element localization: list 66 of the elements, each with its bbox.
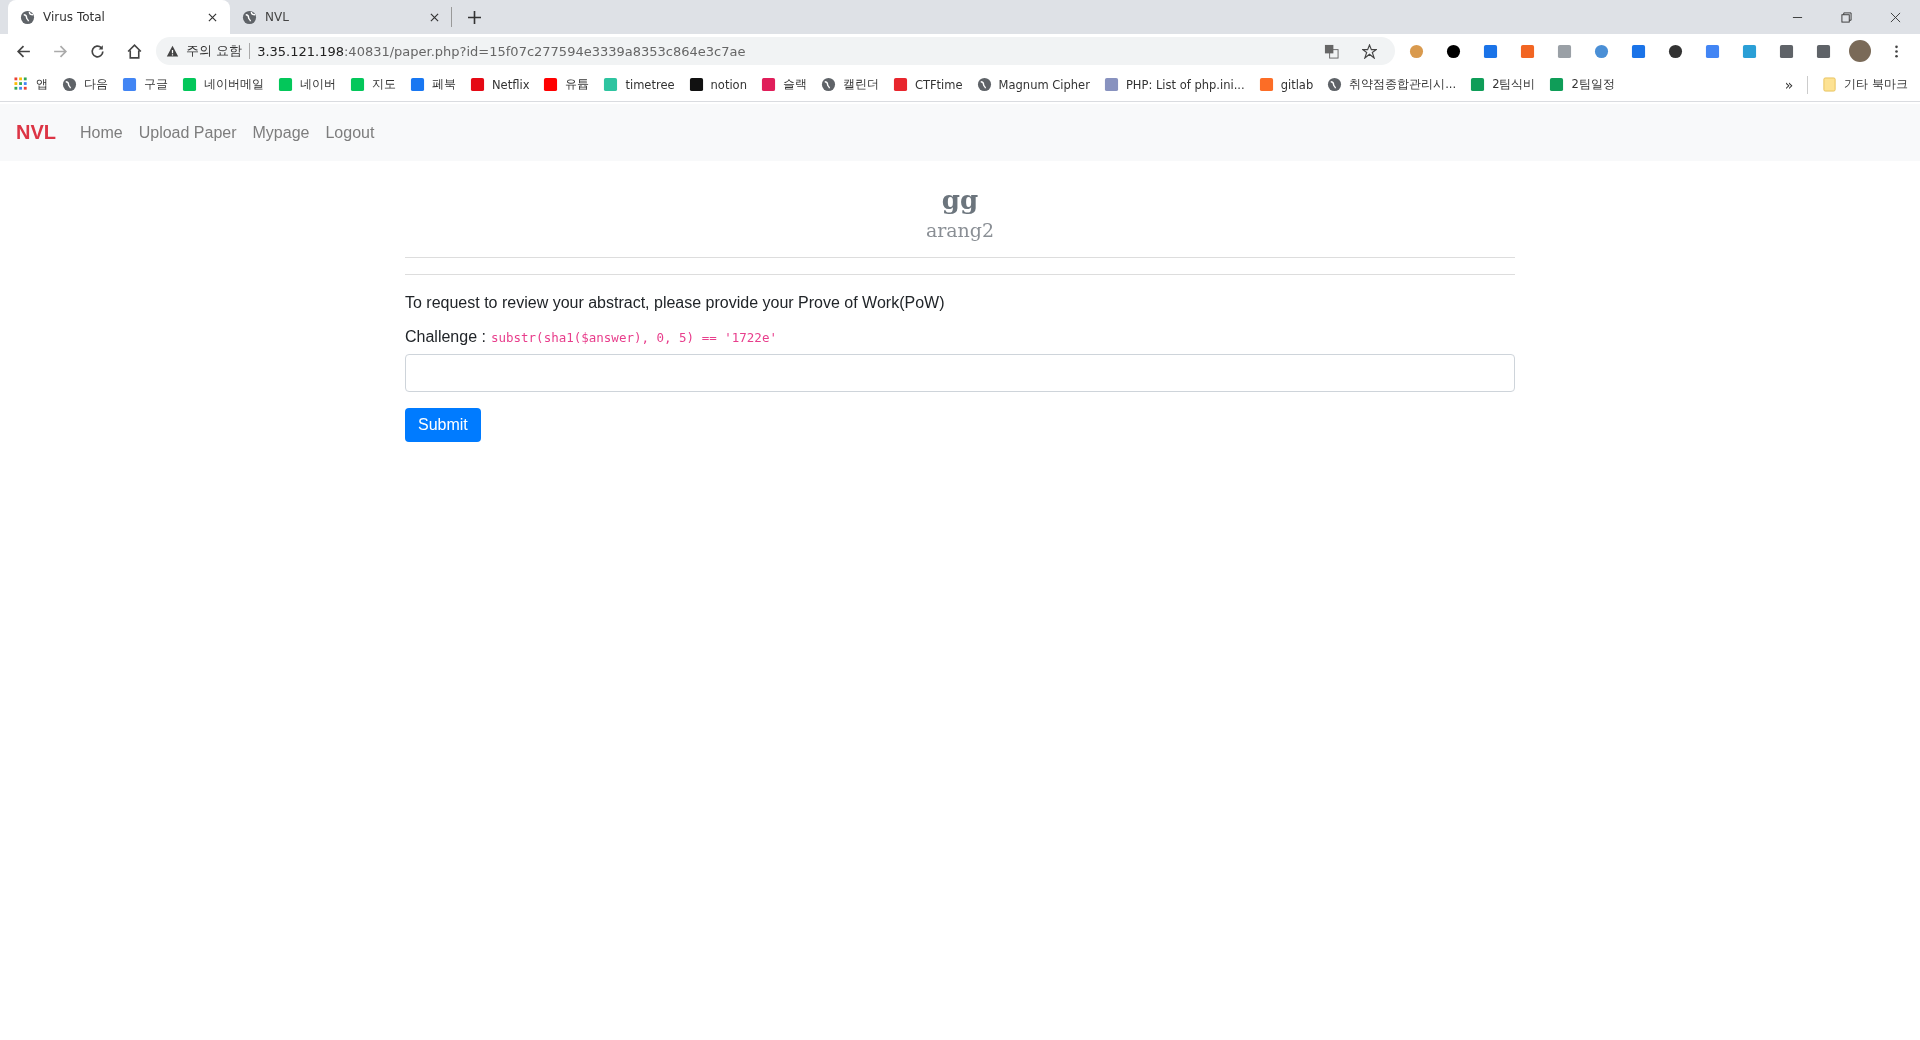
- bookmark[interactable]: 구글: [122, 77, 168, 92]
- challenge-label: Challenge :: [405, 328, 486, 346]
- bookmark-icon: [182, 77, 197, 92]
- bookmark[interactable]: 앱: [14, 77, 48, 92]
- bookmark-icon: [688, 77, 704, 92]
- close-icon[interactable]: [208, 12, 217, 22]
- nav-link[interactable]: Mypage: [252, 123, 310, 142]
- brand-logo[interactable]: NVL: [16, 121, 56, 144]
- bookmark-icon: [892, 77, 908, 92]
- bookmark[interactable]: PHP: List of php.ini...: [1103, 77, 1245, 92]
- nav-link[interactable]: Upload Paper: [138, 123, 237, 142]
- nav-link[interactable]: Home: [80, 123, 123, 142]
- home-icon[interactable]: [126, 42, 143, 60]
- bookmark[interactable]: 취약점종합관리시...: [1327, 77, 1457, 92]
- close-icon[interactable]: [1890, 11, 1901, 23]
- bookmark[interactable]: 2팀식비: [1470, 77, 1536, 92]
- bookmark-icon: [1258, 77, 1274, 92]
- restore-icon[interactable]: [1841, 11, 1852, 23]
- answer-field[interactable]: [405, 354, 1515, 392]
- avatar-icon[interactable]: [1849, 40, 1871, 62]
- bookmark-icon: [1470, 77, 1486, 92]
- bookmark[interactable]: Magnum Cipher: [976, 77, 1090, 92]
- bookmark[interactable]: 슬랙: [760, 77, 807, 92]
- bookmark-icon: [122, 77, 137, 92]
- url-text: 3.35.121.198:40831/paper.php?id=15f07c277594e3339a8353c864e3c7ae: [257, 43, 746, 59]
- bookmark[interactable]: timetree: [603, 77, 675, 92]
- reload-icon[interactable]: [89, 42, 106, 60]
- bookmark[interactable]: 캘린더: [820, 77, 879, 92]
- bookmark-icon: [543, 77, 559, 92]
- bookmark[interactable]: gitlab: [1258, 77, 1314, 92]
- bookmark[interactable]: 페북: [410, 77, 456, 92]
- apps-grid-icon: [14, 77, 29, 92]
- paper-author: arang2: [924, 218, 996, 243]
- bookmark[interactable]: 네이버메일: [182, 77, 264, 92]
- bookmark-icon: [278, 77, 293, 92]
- bookmark-icon: [470, 77, 485, 92]
- bookmark[interactable]: 2팀일정: [1549, 77, 1615, 92]
- challenge-code: substr(sha1($answer), 0, 5) == '1722e': [490, 330, 777, 345]
- browser-tab[interactable]: NVL: [230, 7, 452, 27]
- bookmark-icon: [410, 77, 425, 92]
- bookmark[interactable]: notion: [688, 77, 747, 92]
- security-warning: 주의 요함: [186, 42, 243, 60]
- folder-icon: [1822, 77, 1838, 92]
- bookmark-icon: [1103, 77, 1119, 92]
- bookmark[interactable]: Netflix: [470, 77, 530, 92]
- warning-icon: [166, 44, 179, 58]
- nav-link[interactable]: Logout: [325, 123, 375, 142]
- bookmark-folder[interactable]: 기타 북마크: [1822, 77, 1908, 92]
- bookmark[interactable]: 지도: [350, 77, 396, 92]
- close-icon[interactable]: [430, 12, 439, 22]
- bookmark-icon: [350, 77, 365, 92]
- bookmark-icon: [1549, 77, 1565, 92]
- paper-title: gg: [940, 184, 980, 217]
- instruction-text: To request to review your abstract, please provide your Prove of Work(PoW): [405, 294, 946, 312]
- overflow-chevron[interactable]: »: [1784, 76, 1794, 93]
- bookmark[interactable]: 네이버: [278, 77, 336, 92]
- bookmark[interactable]: 유튭: [543, 77, 590, 92]
- star-icon[interactable]: [1362, 43, 1377, 59]
- bookmark-icon: [603, 77, 619, 92]
- bookmark-icon: [760, 77, 776, 92]
- bookmark[interactable]: 다음: [62, 77, 108, 92]
- submit-button[interactable]: Submit: [405, 408, 481, 442]
- address-bar[interactable]: 주의 요함 3.35.121.198:40831/paper.php?id=15f07c277594e3339a8353c864e3c7ae: [156, 37, 1395, 65]
- plus-icon[interactable]: [468, 10, 481, 24]
- browser-tab[interactable]: Virus Total: [8, 0, 230, 34]
- bookmark[interactable]: CTFtime: [892, 77, 963, 92]
